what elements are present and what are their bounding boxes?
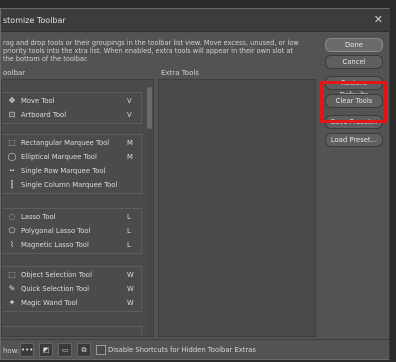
tool-rect-marquee[interactable]: ⬚ Rectangular Marquee Tool M (2, 137, 142, 150)
tool-label: Single Column Marquee Tool (21, 181, 118, 189)
tool-label: Rectangular Marquee Tool (21, 139, 110, 147)
tool-shortcut: L (127, 241, 131, 249)
tool-shortcut: M (127, 139, 133, 147)
highlight-box (320, 81, 387, 123)
quick-selection-icon: ✎ (8, 284, 16, 293)
show-stack-icon[interactable]: ⧉ (77, 343, 91, 357)
tool-label: Polygonal Lasso Tool (21, 227, 91, 235)
tool-magic-wand[interactable]: ✦ Magic Wand Tool W (2, 297, 142, 310)
tool-group-lasso[interactable]: ◌ Lasso Tool L ⬠ Polygonal Lasso Tool L … (2, 208, 142, 254)
tool-quick-selection[interactable]: ✎ Quick Selection Tool W (2, 283, 142, 296)
column-marquee-icon: ┇ (9, 180, 15, 189)
tool-label: Artboard Tool (21, 111, 67, 119)
tool-label: Single Row Marquee Tool (21, 167, 106, 175)
toolbar-list[interactable]: ✥ Move Tool V ⊡ Artboard Tool V ⬚ Rectan… (1, 79, 154, 337)
customize-toolbar-dialog: stomize Toolbar ✕ rag and drop tools or … (0, 8, 390, 360)
polygonal-lasso-icon: ⬠ (8, 226, 16, 235)
tool-group-partial[interactable] (2, 326, 142, 336)
load-preset-button[interactable]: Load Preset... (325, 133, 383, 147)
tool-move[interactable]: ✥ Move Tool V (2, 95, 142, 108)
tool-row-marquee[interactable]: ┅ Single Row Marquee Tool (2, 165, 142, 178)
toolbar-header: oolbar (3, 69, 26, 77)
tool-object-selection[interactable]: ⬚ Object Selection Tool W (2, 269, 142, 282)
tool-shortcut: V (127, 111, 132, 119)
tool-column-marquee[interactable]: ┇ Single Column Marquee Tool (2, 179, 142, 192)
done-button[interactable]: Done (325, 38, 383, 52)
tool-label: Quick Selection Tool (21, 285, 90, 293)
row-marquee-icon: ┅ (9, 166, 15, 175)
tool-group-selection[interactable]: ⬚ Object Selection Tool W ✎ Quick Select… (2, 266, 142, 312)
artboard-icon: ⊡ (8, 110, 16, 119)
tool-shortcut: L (127, 227, 131, 235)
tool-label: Magic Wand Tool (21, 299, 78, 307)
tool-polygonal-lasso[interactable]: ⬠ Polygonal Lasso Tool L (2, 225, 142, 238)
lasso-icon: ◌ (8, 212, 16, 221)
show-more-icon[interactable]: ••• (20, 343, 34, 357)
disable-shortcuts-checkbox[interactable] (96, 345, 106, 355)
cancel-button[interactable]: Cancel (325, 55, 383, 69)
footer-bar: how: ••• ◩ ▭ ⧉ Disable Shortcuts for Hid… (1, 339, 389, 362)
close-icon[interactable]: ✕ (374, 13, 383, 26)
tool-magnetic-lasso[interactable]: ⌇ Magnetic Lasso Tool L (2, 239, 142, 252)
disable-shortcuts-label: Disable Shortcuts for Hidden Toolbar Ext… (108, 346, 256, 354)
extra-tools-list[interactable] (158, 79, 316, 337)
instructions-text: rag and drop tools or their groupings in… (3, 39, 299, 63)
tool-lasso[interactable]: ◌ Lasso Tool L (2, 211, 142, 224)
show-swatch-icon[interactable]: ◩ (39, 343, 53, 357)
object-selection-icon: ⬚ (8, 270, 16, 279)
ellipse-marquee-icon: ◯ (7, 152, 17, 161)
tool-group-move[interactable]: ✥ Move Tool V ⊡ Artboard Tool V (2, 92, 142, 124)
show-label: how: (3, 347, 20, 355)
tool-group-marquee[interactable]: ⬚ Rectangular Marquee Tool M ◯ Elliptica… (2, 134, 142, 194)
extra-tools-header: Extra Tools (161, 69, 199, 77)
tool-artboard[interactable]: ⊡ Artboard Tool V (2, 109, 142, 122)
tool-label: Move Tool (21, 97, 55, 105)
tool-label: Magnetic Lasso Tool (21, 241, 89, 249)
tool-shortcut: W (127, 299, 134, 307)
tool-shortcut: V (127, 97, 132, 105)
toolbar-list-scrollbar[interactable] (147, 87, 152, 335)
magic-wand-icon: ✦ (8, 298, 16, 307)
move-icon: ✥ (8, 96, 16, 105)
magnetic-lasso-icon: ⌇ (10, 240, 14, 249)
tool-shortcut: W (127, 285, 134, 293)
tool-label: Elliptical Marquee Tool (21, 153, 97, 161)
tool-label: Lasso Tool (21, 213, 56, 221)
scrollbar-thumb[interactable] (147, 87, 152, 129)
tool-label: Object Selection Tool (21, 271, 92, 279)
tool-ellipse-marquee[interactable]: ◯ Elliptical Marquee Tool M (2, 151, 142, 164)
show-frame-icon[interactable]: ▭ (58, 343, 72, 357)
rect-marquee-icon: ⬚ (8, 138, 16, 147)
tool-shortcut: L (127, 213, 131, 221)
tool-shortcut: W (127, 271, 134, 279)
tool-shortcut: M (127, 153, 133, 161)
title-bar: stomize Toolbar ✕ (1, 9, 389, 32)
dialog-title: stomize Toolbar (3, 16, 66, 25)
